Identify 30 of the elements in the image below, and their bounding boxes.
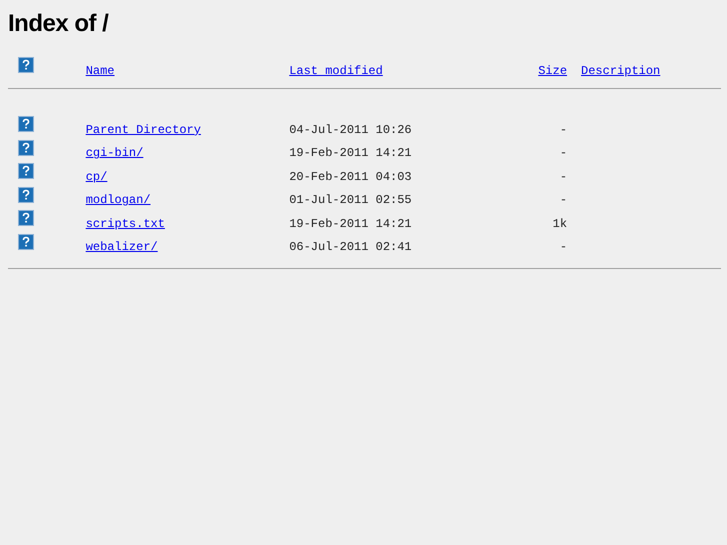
question-mark-icon [18,234,34,250]
question-mark-icon [18,140,34,156]
file-link[interactable]: modlogan/ [86,193,151,208]
question-mark-icon [18,210,34,226]
date-cell-text: 04-Jul-2011 10:26 [289,122,413,139]
date-cell-text: 20-Feb-2011 04:03 [289,168,413,186]
size-cell-text: - [558,168,568,186]
page-title: Index of / [8,9,110,39]
file-link[interactable]: webalizer/ [86,240,158,254]
file-link[interactable]: cgi-bin/ [86,146,144,160]
file-link[interactable]: scripts.txt [86,216,165,231]
file-link[interactable]: cp/ [86,170,108,184]
size-cell-text: - [558,122,568,139]
size-cell-text: - [558,145,568,162]
size-cell-text: - [558,239,568,256]
question-mark-icon [18,116,34,132]
date-cell-text: 19-Feb-2011 14:21 [289,145,413,162]
question-mark-icon [18,57,34,73]
file-link[interactable]: Parent Directory [86,122,201,137]
size-cell-text: - [558,192,568,210]
size-column-header[interactable]: Size [538,64,568,78]
last-modified-column-header[interactable]: Last modified [289,64,383,78]
question-mark-icon [18,163,34,179]
date-cell-text: 01-Jul-2011 02:55 [289,192,413,210]
date-cell-text: 06-Jul-2011 02:41 [289,239,413,256]
name-column-header[interactable]: Name [86,64,115,78]
description-column-header[interactable]: Description [581,64,660,78]
question-mark-icon [18,186,34,202]
size-cell-text: 1k [552,216,568,233]
date-cell-text: 19-Feb-2011 14:21 [289,216,413,233]
